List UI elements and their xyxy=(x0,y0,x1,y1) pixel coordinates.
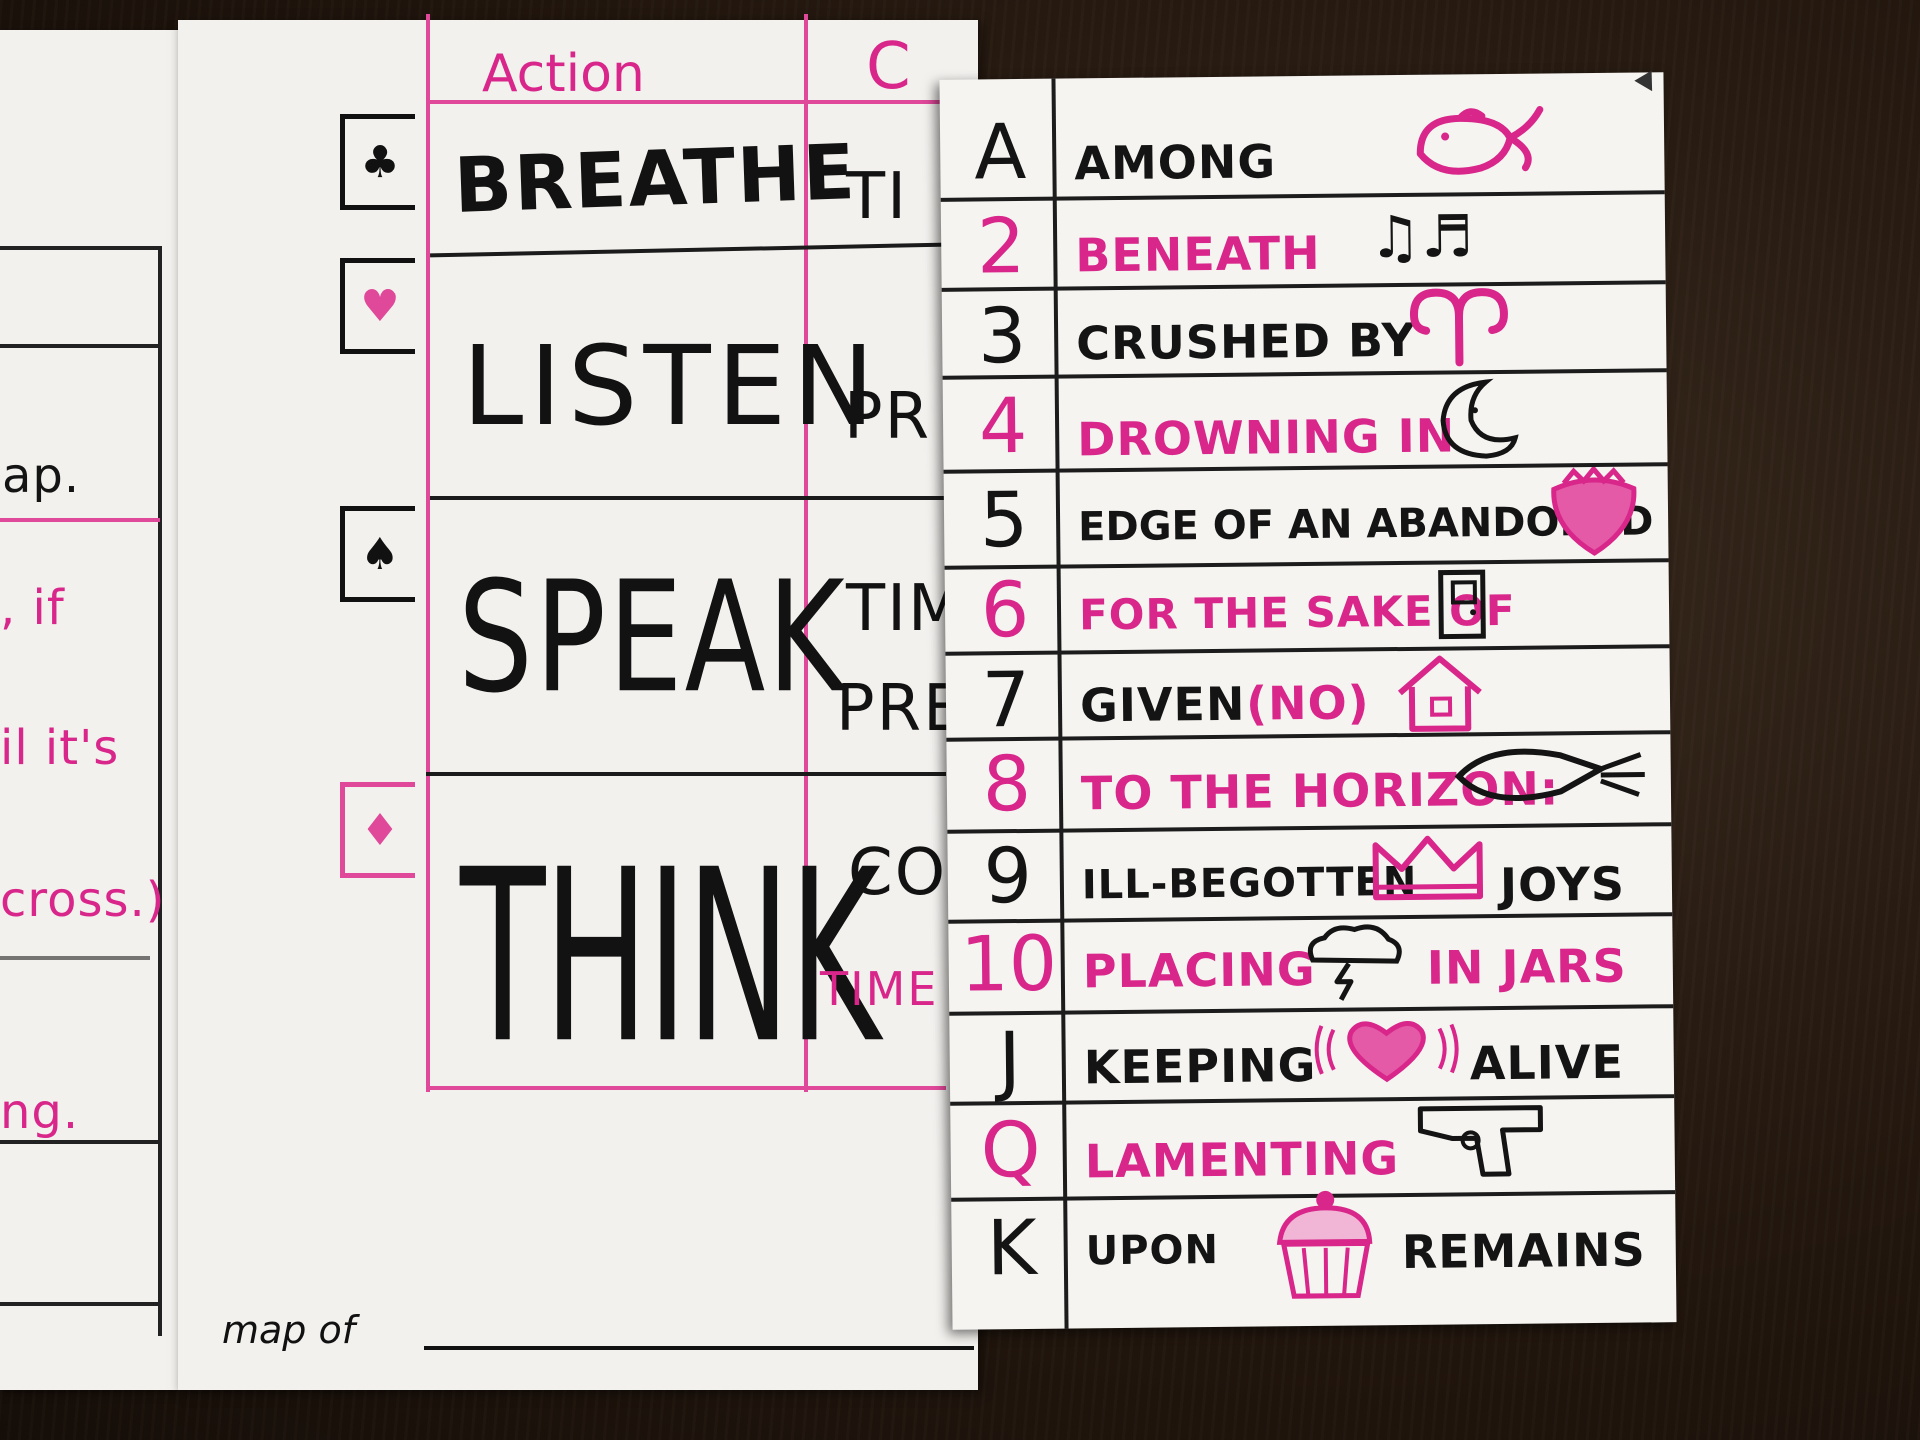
map-name-blank-line xyxy=(424,1346,974,1350)
card-key-k: K xyxy=(986,1202,1038,1293)
card-key-3: 3 xyxy=(977,290,1027,381)
left-folded-page: ap. , if il it's cross.) ng. xyxy=(0,30,178,1390)
card-extra-remains: REMAINS xyxy=(1401,1222,1647,1280)
left-page-rule xyxy=(0,956,150,960)
card-key-8: 8 xyxy=(982,738,1032,829)
left-page-pink-rule xyxy=(0,518,160,522)
rocket-icon xyxy=(1454,748,1645,802)
left-text-fragment: il it's xyxy=(0,720,120,776)
suit-tab-diamond: ♦ xyxy=(340,782,415,878)
table-left-pink-border xyxy=(426,14,430,1092)
music-notes-icon: ♫♬ xyxy=(1368,202,1474,272)
heart-icon: ♥ xyxy=(360,280,400,332)
action-listen: LISTEN xyxy=(462,322,881,450)
beating-heart-icon xyxy=(1314,1020,1459,1083)
left-page-rule xyxy=(0,344,160,348)
card-extra-in-jars: IN JARS xyxy=(1426,938,1627,995)
spade-icon: ♠ xyxy=(360,528,400,580)
left-page-border xyxy=(158,246,162,1336)
row-rule xyxy=(426,772,946,776)
header-action: Action xyxy=(482,44,645,104)
left-page-rule xyxy=(0,1302,160,1306)
storm-cloud-icon xyxy=(1307,924,1402,1001)
card-word-crushed-by: CRUSHED BY xyxy=(1075,312,1417,371)
card-extra-joys: JOYS xyxy=(1499,856,1626,912)
left-page-rule xyxy=(0,1140,160,1144)
left-text-fragment: cross.) xyxy=(0,872,166,928)
row-rule xyxy=(430,496,946,500)
action-breathe: BREATHE xyxy=(452,127,859,230)
card-word-among: AMONG xyxy=(1074,134,1277,191)
card-word-given: GIVEN xyxy=(1079,676,1246,733)
card-word-beneath: BENEATH xyxy=(1075,225,1321,283)
pistol-icon xyxy=(1417,1105,1544,1177)
door-icon xyxy=(1438,569,1486,640)
card-word-lamenting: LAMENTING xyxy=(1084,1131,1400,1189)
col3-think: CO xyxy=(848,836,948,910)
left-text-fragment: ng. xyxy=(0,1084,80,1140)
card-extra-alive: ALIVE xyxy=(1469,1034,1625,1091)
card-key-10: 10 xyxy=(959,918,1058,1009)
aries-symbol-icon xyxy=(1409,288,1508,367)
card-word-upon: UPON xyxy=(1085,1226,1220,1275)
card-word-drowning-in: DROWNING IN xyxy=(1076,408,1456,467)
left-text-fragment: , if xyxy=(0,580,65,636)
action-think: THINK xyxy=(460,820,881,1098)
left-page-rule xyxy=(0,246,160,250)
card-key-9: 9 xyxy=(983,830,1033,921)
col3-breathe: TI xyxy=(846,160,908,234)
card-table: A AMONG 2 BENEATH ♫♬ 3 CRUSHED BY 4 DROW… xyxy=(939,70,1677,1330)
col3-listen: PR xyxy=(844,380,932,454)
card-word-keeping: KEEPING xyxy=(1083,1037,1317,1095)
col3-think-2: TIME xyxy=(820,962,939,1016)
whale-icon xyxy=(1416,106,1544,175)
card-key-2: 2 xyxy=(976,200,1026,291)
suit-tab-club: ♣ xyxy=(340,114,415,210)
action-speak: SPEAK xyxy=(458,547,847,727)
cupcake-icon xyxy=(1276,1190,1373,1299)
card-corner-fold xyxy=(1634,70,1661,97)
moon-face-icon xyxy=(1440,378,1519,459)
card-key-a: A xyxy=(973,106,1027,197)
card-extra-no: (NO) xyxy=(1245,675,1370,731)
header-c: C xyxy=(866,30,911,104)
crown-icon xyxy=(1372,835,1484,901)
diamond-icon: ♦ xyxy=(360,804,400,856)
treehouse-icon xyxy=(1397,655,1482,732)
card-key-5: 5 xyxy=(979,474,1029,565)
card-word-placing: PLACING xyxy=(1082,941,1316,999)
club-icon: ♣ xyxy=(360,136,400,188)
left-text-fragment: ap. xyxy=(2,448,81,504)
card-key-4: 4 xyxy=(978,380,1028,471)
card-key-7: 7 xyxy=(981,654,1031,745)
card-key-j: J xyxy=(998,1015,1022,1105)
card-key-6: 6 xyxy=(980,564,1030,655)
suit-tab-spade: ♠ xyxy=(340,506,415,602)
strawberry-icon xyxy=(1551,466,1637,556)
card-key-q: Q xyxy=(980,1104,1042,1195)
suit-tab-heart: ♥ xyxy=(340,258,415,354)
map-of-label: map of xyxy=(222,1308,356,1352)
